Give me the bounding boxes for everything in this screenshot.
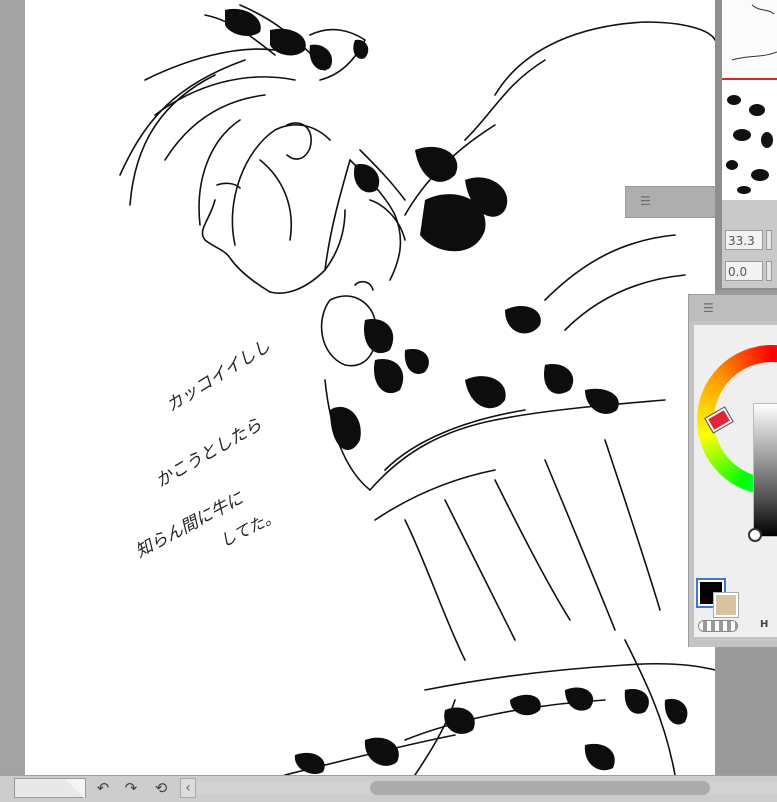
chevron-left-icon[interactable]: ‹: [180, 778, 196, 798]
undo-icon[interactable]: ↶: [92, 778, 114, 798]
navigator-preview-sketch: [731, 4, 777, 61]
navigator-preview-top[interactable]: [722, 0, 777, 80]
drawing-canvas[interactable]: カッコイイしし かこうとしたら 知らん間に牛に してた。: [25, 0, 715, 775]
color-panel: ☰ H: [688, 294, 777, 647]
rotate-reset-icon[interactable]: ⟲: [150, 778, 172, 798]
sub-color-swatch[interactable]: [713, 592, 739, 618]
hue-mode-label[interactable]: H: [760, 619, 768, 630]
rotation-field[interactable]: 0.0: [725, 261, 763, 281]
saturation-value-marker[interactable]: [748, 528, 762, 542]
redo-icon[interactable]: ↷: [120, 778, 142, 798]
navigator-controls: 33.3 0.0: [722, 200, 777, 288]
sketch-artwork: [119, 4, 715, 775]
transparent-color-swatch[interactable]: [698, 620, 738, 632]
canvas-tab[interactable]: [14, 778, 86, 799]
saturation-value-square[interactable]: [753, 403, 777, 537]
zoom-field[interactable]: 33.3: [725, 230, 763, 250]
grip-icon[interactable]: ☰: [703, 302, 714, 314]
navigator-thumbnail-sketch: [726, 95, 773, 194]
zoom-slider[interactable]: [766, 230, 772, 250]
horizontal-scrollbar-thumb[interactable]: [370, 781, 710, 795]
collapsed-panel-tab[interactable]: ☰: [625, 186, 717, 218]
navigator-panel: 33.3 0.0: [715, 0, 777, 290]
grip-icon[interactable]: ☰: [640, 195, 651, 207]
left-toolbar-strip: [0, 0, 26, 775]
navigator-thumbnail[interactable]: [722, 80, 777, 200]
color-panel-titlebar[interactable]: ☰: [689, 295, 777, 321]
bottom-status-bar: ↶ ↷ ⟲ ‹: [0, 775, 777, 802]
rotation-slider[interactable]: [766, 261, 772, 281]
